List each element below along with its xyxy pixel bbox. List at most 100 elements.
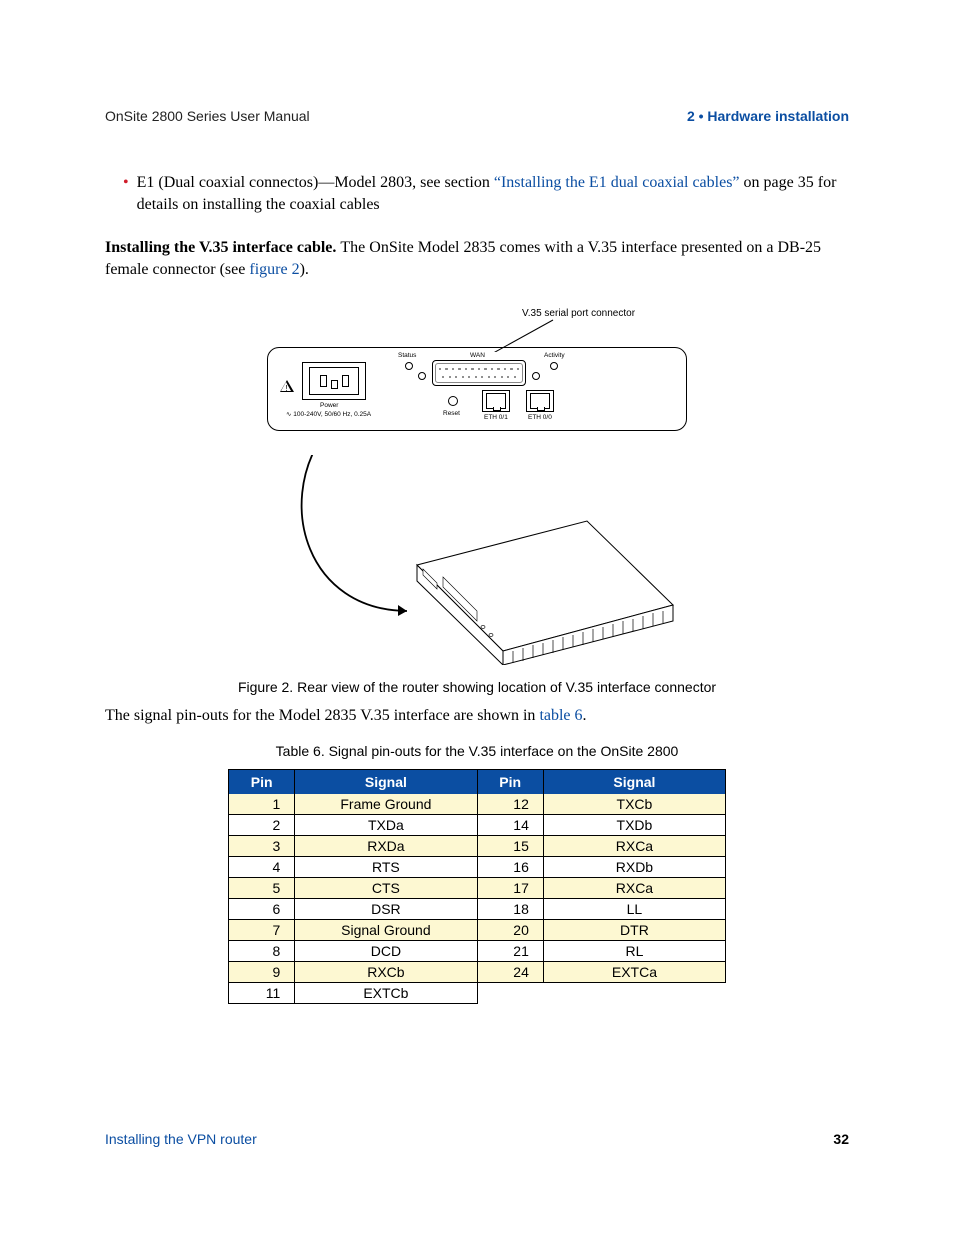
cell-pin: 17 [477, 877, 543, 898]
para-pinouts-1: The signal pin-outs for the Model 2835 V… [105, 707, 539, 724]
cell-pin [477, 982, 543, 1003]
running-footer: Installing the VPN router 32 [105, 1131, 849, 1147]
table-row: 8DCD21RL [229, 940, 726, 961]
cell-signal: DSR [295, 898, 477, 919]
table-row: 1Frame Ground12TXCb [229, 794, 726, 815]
cell-pin: 9 [229, 961, 295, 982]
cell-signal: Frame Ground [295, 794, 477, 815]
cell-pin: 14 [477, 814, 543, 835]
wan-db25-port [432, 360, 526, 386]
cell-signal: RXCa [543, 835, 725, 856]
cell-signal: CTS [295, 877, 477, 898]
cell-signal: TXDa [295, 814, 477, 835]
cell-signal: LL [543, 898, 725, 919]
cell-pin: 1 [229, 794, 295, 815]
cell-pin: 5 [229, 877, 295, 898]
para-text2: ). [300, 261, 309, 278]
label-power-spec: ∿ 100-240V, 50/60 Hz, 0.25A [286, 410, 371, 418]
cell-signal [543, 982, 725, 1003]
table-row: 7Signal Ground20DTR [229, 919, 726, 940]
cell-pin: 18 [477, 898, 543, 919]
link-install-e1-coax[interactable]: “Installing the E1 dual coaxial cables” [494, 174, 740, 191]
activity-led-icon [550, 362, 558, 370]
bullet-text: E1 (Dual coaxial connectos)—Model 2803, … [137, 172, 849, 215]
th-pin-1: Pin [229, 769, 295, 794]
bullet-icon: • [123, 172, 129, 194]
table-caption: Table 6. Signal pin-outs for the V.35 in… [105, 743, 849, 759]
label-status: Status [398, 352, 416, 359]
router-iso-icon [267, 455, 687, 665]
cell-signal: RTS [295, 856, 477, 877]
th-pin-2: Pin [477, 769, 543, 794]
cell-signal: RXDa [295, 835, 477, 856]
cell-signal: EXTCb [295, 982, 477, 1003]
rear-panel-diagram: ! Power ∿ 100-240V, 50/60 Hz, 0.25A Stat… [267, 347, 687, 431]
header-manual-title: OnSite 2800 Series User Manual [105, 108, 310, 124]
cell-signal: RXDb [543, 856, 725, 877]
reset-button-icon [448, 396, 458, 406]
cell-signal: RL [543, 940, 725, 961]
eth00-port [526, 390, 554, 412]
figure-caption: Figure 2. Rear view of the router showin… [105, 679, 849, 695]
cell-signal: EXTCa [543, 961, 725, 982]
paragraph-install-v35: Installing the V.35 interface cable. The… [105, 237, 849, 280]
eth01-port [482, 390, 510, 412]
caution-icon: ! [280, 380, 294, 394]
cell-pin: 3 [229, 835, 295, 856]
cell-signal: RXCa [543, 877, 725, 898]
cell-pin: 11 [229, 982, 295, 1003]
cell-pin: 15 [477, 835, 543, 856]
th-signal-2: Signal [543, 769, 725, 794]
label-eth01: ETH 0/1 [484, 414, 508, 421]
label-power: Power [320, 402, 338, 409]
router-iso-view [267, 455, 687, 665]
footer-section-link[interactable]: Installing the VPN router [105, 1131, 257, 1147]
pinout-table: Pin Signal Pin Signal 1Frame Ground12TXC… [228, 769, 726, 1004]
cell-signal: TXCb [543, 794, 725, 815]
status-led-icon [405, 362, 413, 370]
cell-pin: 12 [477, 794, 543, 815]
cell-signal: RXCb [295, 961, 477, 982]
label-eth00: ETH 0/0 [528, 414, 552, 421]
cell-signal: DCD [295, 940, 477, 961]
table-row: 5CTS17RXCa [229, 877, 726, 898]
cell-pin: 8 [229, 940, 295, 961]
sine-icon: ∿ [286, 411, 291, 418]
paragraph-pinouts: The signal pin-outs for the Model 2835 V… [105, 705, 849, 727]
para-bold-lead: Installing the V.35 interface cable. [105, 239, 340, 256]
table-row: 4RTS16RXDb [229, 856, 726, 877]
table-row: 3RXDa15RXCa [229, 835, 726, 856]
link-figure-2[interactable]: figure 2 [249, 261, 299, 278]
label-power-spec-text: 100-240V, 50/60 Hz, 0.25A [293, 411, 371, 418]
header-chapter-title: 2 • Hardware installation [687, 108, 849, 124]
screw-icon [532, 372, 540, 380]
table-row: 9RXCb24EXTCa [229, 961, 726, 982]
page: OnSite 2800 Series User Manual 2 • Hardw… [0, 0, 954, 1235]
th-signal-1: Signal [295, 769, 477, 794]
cell-pin: 4 [229, 856, 295, 877]
label-wan: WAN [470, 352, 485, 359]
cell-pin: 7 [229, 919, 295, 940]
cell-pin: 2 [229, 814, 295, 835]
table-row: 2TXDa14TXDb [229, 814, 726, 835]
table-row: 11EXTCb [229, 982, 726, 1003]
cell-pin: 20 [477, 919, 543, 940]
link-table-6[interactable]: table 6 [539, 707, 582, 724]
screw-icon [418, 372, 426, 380]
cell-pin: 21 [477, 940, 543, 961]
label-reset: Reset [443, 410, 460, 417]
cell-pin: 16 [477, 856, 543, 877]
para-pinouts-2: . [583, 707, 587, 724]
cell-signal: DTR [543, 919, 725, 940]
label-activity: Activity [544, 352, 565, 359]
bullet-prefix: E1 (Dual coaxial connectos)—Model 2803, … [137, 174, 494, 191]
table-row: 6DSR18LL [229, 898, 726, 919]
cell-signal: TXDb [543, 814, 725, 835]
running-header: OnSite 2800 Series User Manual 2 • Hardw… [105, 108, 849, 124]
table-header-row: Pin Signal Pin Signal [229, 769, 726, 794]
bullet-item: • E1 (Dual coaxial connectos)—Model 2803… [123, 172, 849, 215]
figure-2: V.35 serial port connector ! Power ∿ 100… [267, 308, 687, 665]
cell-signal: Signal Ground [295, 919, 477, 940]
cell-pin: 6 [229, 898, 295, 919]
cell-pin: 24 [477, 961, 543, 982]
